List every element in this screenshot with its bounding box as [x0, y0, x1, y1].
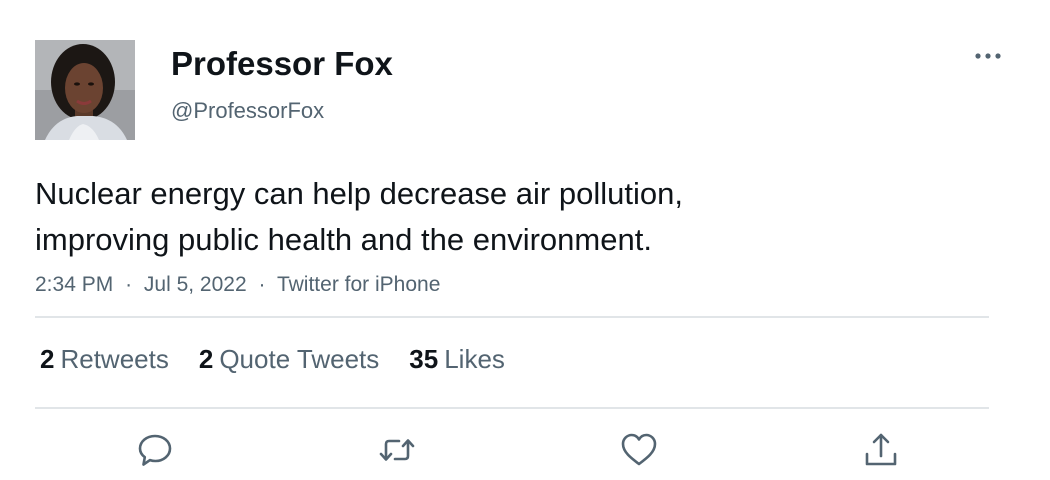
share-button[interactable] — [859, 428, 903, 472]
likes-stat[interactable]: 35 Likes — [409, 340, 505, 378]
meta-separator: · — [125, 273, 133, 296]
reply-icon — [138, 434, 172, 466]
retweet-icon — [379, 439, 415, 461]
divider — [35, 316, 989, 318]
divider — [35, 407, 989, 409]
quote-tweets-stat[interactable]: 2 Quote Tweets — [199, 340, 379, 378]
reply-button[interactable] — [133, 428, 177, 472]
retweets-label: Retweets — [60, 344, 169, 374]
tweet-source[interactable]: Twitter for iPhone — [277, 273, 440, 296]
more-horizontal-icon — [975, 53, 1001, 59]
meta-separator: · — [258, 273, 266, 296]
tweet-date[interactable]: Jul 5, 2022 — [144, 273, 247, 296]
display-name[interactable]: Professor Fox — [171, 44, 393, 84]
heart-icon — [621, 433, 657, 466]
retweet-button[interactable] — [375, 428, 419, 472]
quote-tweets-label: Quote Tweets — [219, 344, 380, 374]
likes-label: Likes — [444, 344, 505, 374]
quote-tweets-count: 2 — [198, 344, 214, 374]
retweets-stat[interactable]: 2 Retweets — [40, 340, 169, 378]
tweet-time[interactable]: 2:34 PM — [35, 273, 113, 296]
tweet-metadata: 2:34 PM · Jul 5, 2022 · Twitter for iPho… — [35, 271, 440, 299]
tweet-text: Nuclear energy can help decrease air pol… — [35, 176, 683, 257]
likes-count: 35 — [409, 344, 439, 374]
tweet-card: Professor Fox @ProfessorFox Nuclear ener… — [0, 0, 1050, 480]
user-handle[interactable]: @ProfessorFox — [171, 98, 324, 124]
share-icon — [865, 433, 897, 466]
retweets-count: 2 — [40, 344, 55, 374]
more-options-button[interactable] — [968, 42, 1008, 70]
avatar[interactable] — [35, 40, 135, 140]
like-button[interactable] — [617, 428, 661, 472]
engagement-stats: 2 Retweets 2 Quote Tweets 35 Likes — [40, 340, 535, 378]
avatar-photo — [35, 40, 135, 140]
